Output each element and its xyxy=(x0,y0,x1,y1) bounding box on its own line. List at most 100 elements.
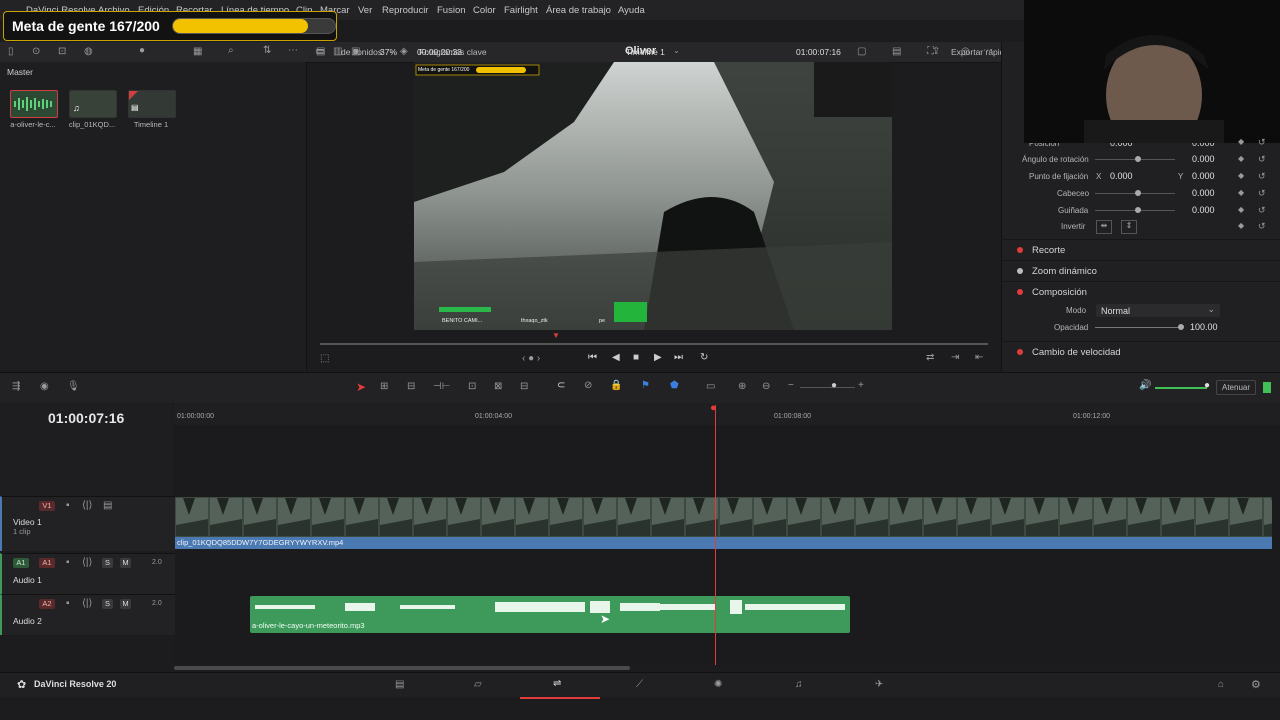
solo-button[interactable]: S xyxy=(102,599,113,609)
clip-thumb-audio[interactable] xyxy=(10,90,58,118)
deliver-page-icon[interactable]: ✈ xyxy=(875,679,883,690)
menu-item-playback[interactable]: Reproducir xyxy=(382,5,428,16)
mute-button[interactable]: M xyxy=(120,599,131,609)
zoom-full-icon[interactable]: ▭ xyxy=(706,381,715,392)
reset-icon[interactable]: ↺ xyxy=(1258,171,1266,182)
stop-icon[interactable]: ■ xyxy=(633,352,639,363)
zoom-out-icon[interactable]: − xyxy=(788,380,794,391)
viewer-grid-icon[interactable]: ▣ xyxy=(351,46,360,57)
monitor-icon[interactable]: ▤ xyxy=(892,46,901,57)
yaw-slider-knob[interactable] xyxy=(1135,207,1141,213)
match-frame-icon[interactable]: ⇄ xyxy=(926,352,934,363)
keyframe-diamond-icon[interactable]: ◆ xyxy=(1238,154,1244,163)
replace-clip-icon[interactable]: ⊟ xyxy=(520,381,528,392)
sort-icon[interactable]: ⇅ xyxy=(263,45,271,56)
mute-button[interactable]: M xyxy=(120,558,131,568)
overwrite-clip-icon[interactable]: ⊠ xyxy=(494,381,502,392)
track-lock-icon[interactable]: ▪ xyxy=(66,598,70,609)
reset-icon[interactable]: ↺ xyxy=(1258,188,1266,199)
flag-icon[interactable]: ⚑ xyxy=(641,380,650,391)
chevron-down-icon[interactable]: ⌄ xyxy=(673,46,680,55)
pitch-slider-knob[interactable] xyxy=(1135,190,1141,196)
composite-section[interactable]: Composición xyxy=(1001,281,1280,302)
viewer-scrubber[interactable] xyxy=(320,343,988,345)
viewer-split-icon[interactable]: ▥ xyxy=(333,46,342,57)
menu-item-help[interactable]: Ayuda xyxy=(618,5,645,16)
attenuate-button[interactable]: Atenuar xyxy=(1216,380,1256,395)
dynamic-zoom-enable-dot[interactable] xyxy=(1017,268,1023,274)
microphone-icon[interactable]: 🎙 xyxy=(67,381,80,392)
menu-item-workspace[interactable]: Área de trabajo xyxy=(546,5,611,16)
reset-icon[interactable]: ↺ xyxy=(1258,221,1266,232)
track-tag-a1[interactable]: A1 xyxy=(39,558,55,568)
track-header-audio2[interactable]: A2 ▪ ⟨|⟩ S M 2.0 Audio 2 xyxy=(0,594,175,635)
playhead-handle-icon[interactable]: ● xyxy=(710,402,717,414)
track-tag-v1[interactable]: V1 xyxy=(39,501,55,511)
linked-selection-icon[interactable]: ⊘ xyxy=(584,380,592,391)
zoom-detail-icon[interactable]: ⊕ xyxy=(738,381,746,392)
fusion-page-icon[interactable]: ⟋ xyxy=(636,679,643,690)
more-icon[interactable]: ⋯ xyxy=(288,45,298,56)
keyframe-diamond-icon[interactable]: ◆ xyxy=(1238,137,1244,146)
more-icon[interactable]: ⋯ xyxy=(983,45,993,56)
trim-tool-icon[interactable]: ⊞ xyxy=(380,381,388,392)
track-tag-a2[interactable]: A2 xyxy=(39,599,55,609)
zoom-level[interactable]: 37% xyxy=(380,47,397,57)
search-icon[interactable]: ⌕ xyxy=(228,45,234,56)
composite-enable-dot[interactable] xyxy=(1017,289,1023,295)
flip-vertical-icon[interactable]: ⇕ xyxy=(1121,220,1137,234)
scrubber-playhead-icon[interactable]: ▼ xyxy=(552,331,560,340)
speed-enable-dot[interactable] xyxy=(1017,349,1023,355)
track-auto-select-icon[interactable]: ⟨|⟩ xyxy=(82,500,92,511)
yaw-value[interactable]: 0.000 xyxy=(1192,205,1215,215)
selection-tool-icon[interactable]: ➤ xyxy=(356,380,366,394)
timeline-playhead[interactable] xyxy=(715,405,716,665)
flip-horizontal-icon[interactable]: ⇹ xyxy=(1096,220,1112,234)
zoom-custom-icon[interactable]: ⊖ xyxy=(762,381,770,392)
clip-thumb-video[interactable]: ♫ xyxy=(69,90,117,118)
pitch-value[interactable]: 0.000 xyxy=(1192,188,1215,198)
loop-icon[interactable]: ↻ xyxy=(700,352,708,363)
viewer-video-frame[interactable]: Meta de gente 167/200 BENITO CAMI... thx… xyxy=(414,62,892,330)
color-page-icon[interactable]: ✺ xyxy=(714,679,722,690)
rotation-slider-knob[interactable] xyxy=(1135,156,1141,162)
settings-gear-icon[interactable]: ⚙ xyxy=(1251,678,1261,691)
mask-icon[interactable]: ◎ xyxy=(961,46,970,57)
chevron-down-icon[interactable]: ⌄ xyxy=(401,46,408,55)
keyframe-diamond-icon[interactable]: ◆ xyxy=(1238,205,1244,214)
track-header-audio1[interactable]: A1 A1 ▪ ⟨|⟩ S M 2.0 Audio 1 xyxy=(0,553,175,594)
dynamic-trim-icon[interactable]: ⊟ xyxy=(407,381,415,392)
play-icon[interactable]: ▶ xyxy=(654,352,662,363)
speed-change-section[interactable]: Cambio de velocidad xyxy=(1001,341,1280,362)
opacity-slider[interactable] xyxy=(1095,327,1181,328)
timeline-view-options-icon[interactable]: ⇶ xyxy=(12,381,20,392)
transform-overlay-icon[interactable]: ⬚ xyxy=(320,353,329,364)
anchor-y-value[interactable]: 0.000 xyxy=(1192,171,1215,181)
blade-tool-icon[interactable]: ⊣⊢ xyxy=(433,381,450,392)
previous-frame-icon[interactable]: ⇤ xyxy=(975,352,983,363)
track-disable-icon[interactable]: ▤ xyxy=(103,500,112,511)
volume-knob[interactable]: ● xyxy=(1204,380,1210,391)
rotation-value[interactable]: 0.000 xyxy=(1192,154,1215,164)
marker-icon[interactable]: ⬟ xyxy=(670,380,679,391)
fairlight-page-icon[interactable]: ♫ xyxy=(795,679,803,690)
keyframe-diamond-icon[interactable]: ◆ xyxy=(1238,221,1244,230)
link-icon[interactable]: ⊙ xyxy=(32,46,40,57)
edit-page-tab[interactable]: ⇌ xyxy=(520,673,600,699)
timeline-timecode[interactable]: 01:00:07:16 xyxy=(48,410,124,426)
clip-thumb-timeline[interactable]: ▤ xyxy=(128,90,176,118)
track-lock-icon[interactable]: ▪ xyxy=(66,500,70,511)
view-options-icon[interactable]: ▢ xyxy=(857,46,866,57)
insert-clip-icon[interactable]: ⊡ xyxy=(468,381,476,392)
position-lock-icon[interactable]: 🔒 xyxy=(610,380,622,391)
viewer-layout-icon[interactable]: ▭ xyxy=(315,46,324,57)
track-header-video1[interactable]: V1 ▪ ⟨|⟩ ▤ Video 1 1 clip xyxy=(0,496,175,551)
dynamic-zoom-section[interactable]: Zoom dinámico xyxy=(1001,260,1280,281)
reset-icon[interactable]: ↺ xyxy=(1258,154,1266,165)
reset-icon[interactable]: ↺ xyxy=(1258,137,1266,148)
zoom-slider-knob[interactable]: ● xyxy=(139,45,145,56)
reset-icon[interactable]: ↺ xyxy=(1258,205,1266,216)
effects-icon[interactable]: ⊡ xyxy=(58,46,66,57)
media-page-icon[interactable]: ▤ xyxy=(395,679,404,690)
composite-mode-select[interactable]: Normal ⌄ xyxy=(1096,304,1220,317)
